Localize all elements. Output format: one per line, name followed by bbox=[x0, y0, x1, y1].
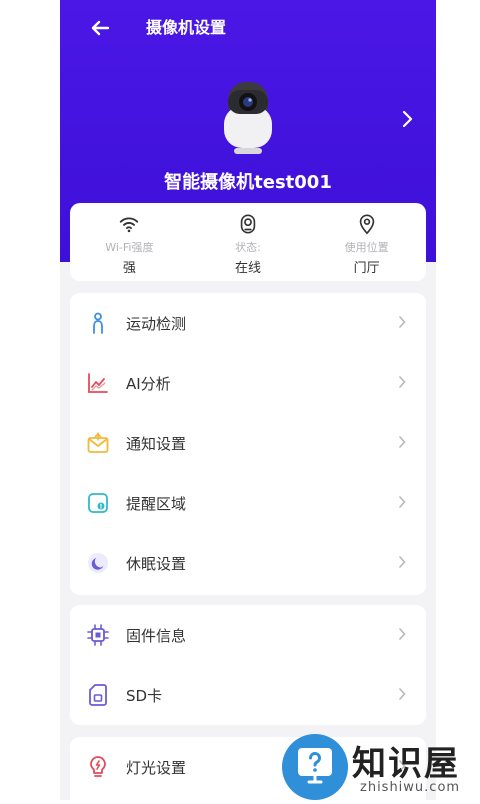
bulb-icon bbox=[90, 756, 106, 777]
location-status: 使用位置 门厅 bbox=[307, 203, 426, 281]
location-label: 使用位置 bbox=[344, 241, 389, 254]
menu-item-label: 灯光设置 bbox=[126, 758, 187, 777]
sdcard-icon bbox=[89, 684, 107, 706]
menu-item-label: 固件信息 bbox=[126, 626, 187, 645]
chevron-right-icon bbox=[398, 435, 406, 449]
chevron-right-icon bbox=[398, 315, 406, 329]
chart-icon bbox=[88, 373, 108, 393]
camera-name: 智能摄像机test001 bbox=[164, 172, 332, 193]
person-icon bbox=[93, 312, 103, 334]
watermark: 知识屋 zhishiwu.com bbox=[282, 734, 480, 800]
menu-item-sleep-settings[interactable]: 休眠设置 bbox=[70, 533, 426, 593]
menu-item-alert-zone[interactable]: 提醒区域 bbox=[70, 473, 426, 533]
camera-status-icon bbox=[240, 214, 256, 234]
chip-icon bbox=[87, 624, 109, 646]
wifi-status: Wi-Fi强度 强 bbox=[70, 203, 189, 281]
location-value: 门厅 bbox=[353, 261, 380, 276]
help-monitor-icon bbox=[298, 748, 332, 784]
chevron-right-icon bbox=[398, 687, 406, 701]
menu-item-sd-card[interactable]: SD卡 bbox=[70, 665, 426, 725]
menu-item-label: 运动检测 bbox=[126, 314, 187, 333]
menu-item-label: SD卡 bbox=[126, 686, 163, 705]
chevron-right-icon bbox=[398, 627, 406, 641]
page-title: 摄像机设置 bbox=[146, 18, 227, 37]
mail-icon bbox=[87, 432, 109, 453]
status-card: Wi-Fi强度 强 状态: 在线 使用位置 门厅 bbox=[70, 203, 426, 281]
area-icon bbox=[88, 493, 108, 513]
back-arrow-icon[interactable] bbox=[88, 16, 112, 40]
menu-item-label: 通知设置 bbox=[126, 434, 187, 453]
location-icon bbox=[359, 214, 374, 235]
watermark-domain: zhishiwu.com bbox=[360, 780, 461, 795]
menu-item-notification-settings[interactable]: 通知设置 bbox=[70, 413, 426, 473]
wifi-icon bbox=[120, 217, 139, 233]
online-status: 状态: 在线 bbox=[189, 203, 308, 281]
menu-item-label: AI分析 bbox=[126, 374, 171, 393]
moon-icon bbox=[88, 553, 108, 573]
menu-item-label: 休眠设置 bbox=[126, 554, 187, 573]
watermark-name: 知识屋 bbox=[352, 744, 460, 784]
status-label: 状态: bbox=[235, 241, 261, 254]
settings-group-2: 固件信息 SD卡 bbox=[70, 605, 426, 725]
phone-screen: 摄像机设置 智能摄像机test001 Wi-Fi强度 强 状态: 在线 使用位置… bbox=[60, 0, 436, 800]
camera-image bbox=[224, 82, 272, 154]
menu-item-label: 提醒区域 bbox=[126, 494, 187, 513]
menu-item-firmware-info[interactable]: 固件信息 bbox=[70, 605, 426, 665]
watermark-logo bbox=[282, 734, 348, 800]
chevron-right-icon bbox=[398, 495, 406, 509]
chevron-right-icon bbox=[398, 375, 406, 389]
chevron-right-icon[interactable] bbox=[400, 108, 414, 130]
menu-item-ai-analysis[interactable]: AI分析 bbox=[70, 353, 426, 413]
status-value: 在线 bbox=[235, 261, 262, 276]
chevron-right-icon bbox=[398, 555, 406, 569]
settings-group-1: 运动检测 AI分析 通知设置 提醒区域 休眠设置 bbox=[70, 293, 426, 595]
wifi-value: 强 bbox=[122, 261, 136, 276]
wifi-label: Wi-Fi强度 bbox=[105, 241, 154, 254]
menu-item-motion-detection[interactable]: 运动检测 bbox=[70, 293, 426, 353]
